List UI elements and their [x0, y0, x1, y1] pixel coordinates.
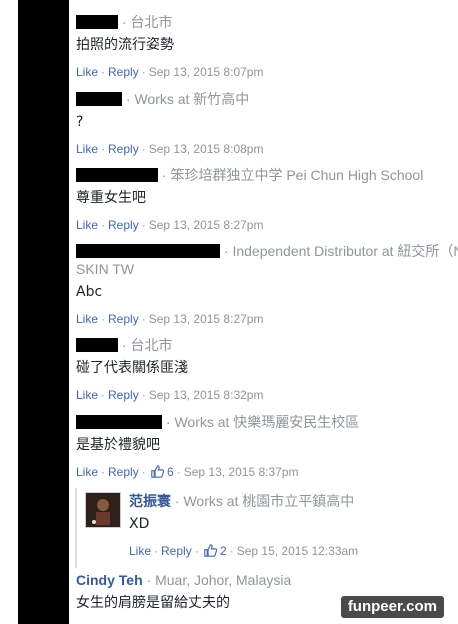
comment-header: · Independent Distributor at 紐交所（N: [76, 242, 458, 260]
reply-link[interactable]: Reply: [108, 218, 139, 232]
comment-author-info: · 台北市: [121, 337, 173, 353]
reply-link[interactable]: Reply: [161, 544, 192, 558]
like-link[interactable]: Like: [76, 218, 98, 232]
redacted-name: [76, 168, 158, 182]
like-count[interactable]: 2: [220, 544, 227, 558]
watermark: funpeer.com: [340, 596, 444, 618]
comment-text: 尊重女生吧: [76, 190, 146, 206]
comment-timestamp[interactable]: Sep 13, 2015 8:32pm: [149, 388, 264, 402]
redacted-name: [76, 415, 162, 429]
like-link[interactable]: Like: [76, 312, 98, 326]
comment: · 台北市 拍照的流行姿勢 Like · Reply · Sep 13, 2015 8:…: [76, 13, 458, 80]
comment-text: ?: [76, 114, 84, 130]
comment: · 台北市 碰了代表關係匪淺 Like · Reply · Sep 13, 2015 8…: [76, 336, 458, 403]
comment-text: XD: [129, 516, 150, 532]
reply-link[interactable]: Reply: [108, 312, 139, 326]
like-link[interactable]: Like: [129, 544, 151, 558]
comment-author-info: · Muar, Johor, Malaysia: [146, 572, 292, 588]
comment-author-info: · Works at 桃園市立平鎮高中: [174, 493, 355, 509]
comment-actions: Like · Reply · 2 · Sep 15, 2015 12:33am: [129, 544, 359, 558]
redacted-name: [76, 92, 122, 106]
comment-header: Cindy Teh · Muar, Johor, Malaysia: [76, 571, 458, 589]
like-link[interactable]: Like: [76, 142, 98, 156]
comment-author-name[interactable]: Cindy Teh: [76, 572, 143, 588]
comment-text: 是基於禮貌吧: [76, 437, 160, 453]
thumbs-up-icon: [203, 544, 217, 557]
comment-header: 范振寰 · Works at 桃園市立平鎮高中: [129, 492, 458, 510]
comment: · 笨珍培群独立中学 Pei Chun High School 尊重女生吧 Li…: [76, 166, 458, 233]
comment-text: 拍照的流行姿勢: [76, 37, 174, 53]
comment: · Works at 新竹高中 ? Like · Reply · Sep 13, 201…: [76, 90, 458, 157]
reply-comment: 范振寰 · Works at 桃園市立平鎮高中 XD Like · Reply · 2…: [129, 492, 458, 559]
comment-text: 碰了代表關係匪淺: [76, 360, 188, 376]
comment-author-info: · 笨珍培群独立中学 Pei Chun High School: [161, 167, 424, 183]
comment-header: · 台北市: [76, 336, 458, 354]
reply-link[interactable]: Reply: [108, 65, 139, 79]
comment-actions: Like · Reply · Sep 13, 2015 8:27pm: [76, 218, 264, 232]
redacted-name: [76, 338, 118, 352]
redacted-name: [76, 244, 220, 258]
comment-timestamp[interactable]: Sep 13, 2015 8:07pm: [149, 65, 264, 79]
comment-header: · 台北市: [76, 13, 458, 31]
comment-author-info: · 台北市: [121, 14, 173, 30]
comment-header: · 笨珍培群独立中学 Pei Chun High School: [76, 166, 458, 184]
comment-header: · Works at 快樂瑪麗安民生校區: [76, 413, 458, 431]
comment: · Independent Distributor at 紐交所（N SKIN …: [76, 242, 458, 327]
redacted-column: [18, 0, 69, 624]
comment-author-info-cont: SKIN TW: [76, 261, 135, 277]
comment-actions: Like · Reply · Sep 13, 2015 8:32pm: [76, 388, 264, 402]
like-link[interactable]: Like: [76, 65, 98, 79]
comment-actions: Like · Reply · Sep 13, 2015 8:08pm: [76, 142, 264, 156]
comment-timestamp[interactable]: Sep 13, 2015 8:27pm: [149, 312, 264, 326]
comment-author-info: · Works at 快樂瑪麗安民生校區: [165, 414, 360, 430]
comment-author-info: · Independent Distributor at 紐交所（N: [223, 243, 458, 259]
like-link[interactable]: Like: [76, 465, 98, 479]
reply-thread-line: [75, 488, 77, 568]
comment: · Works at 快樂瑪麗安民生校區 是基於禮貌吧 Like · Reply · …: [76, 413, 458, 480]
comment-timestamp[interactable]: Sep 13, 2015 8:27pm: [149, 218, 264, 232]
comment-timestamp[interactable]: Sep 15, 2015 12:33am: [237, 544, 358, 558]
like-link[interactable]: Like: [76, 388, 98, 402]
comment-actions: Like · Reply · 6 · Sep 13, 2015 8:37pm: [76, 465, 299, 479]
reply-link[interactable]: Reply: [108, 388, 139, 402]
thumbs-up-icon: [150, 465, 164, 478]
comment-timestamp[interactable]: Sep 13, 2015 8:08pm: [149, 142, 264, 156]
comment-actions: Like · Reply · Sep 13, 2015 8:27pm: [76, 312, 264, 326]
reply-link[interactable]: Reply: [108, 465, 139, 479]
avatar[interactable]: [85, 492, 121, 528]
comment-timestamp[interactable]: Sep 13, 2015 8:37pm: [184, 465, 299, 479]
like-count[interactable]: 6: [167, 465, 174, 479]
reply-link[interactable]: Reply: [108, 142, 139, 156]
comment-author-name[interactable]: 范振寰: [129, 493, 171, 509]
comment-text: Abc: [76, 284, 103, 300]
comment-author-info: · Works at 新竹高中: [125, 91, 250, 107]
comment-actions: Like · Reply · Sep 13, 2015 8:07pm: [76, 65, 264, 79]
comment-header: · Works at 新竹高中: [76, 90, 458, 108]
redacted-name: [76, 15, 118, 29]
